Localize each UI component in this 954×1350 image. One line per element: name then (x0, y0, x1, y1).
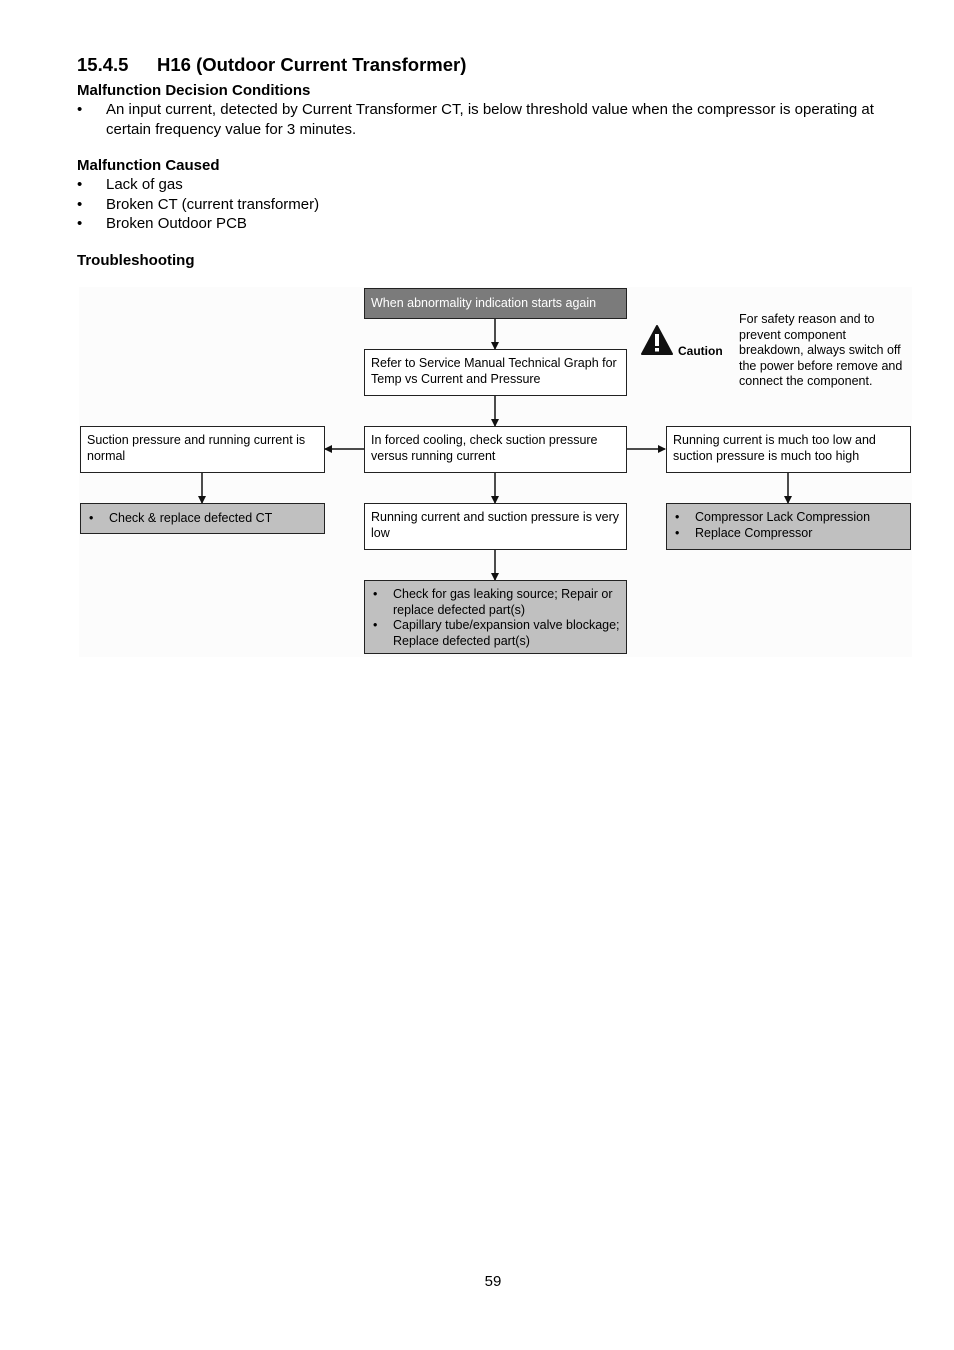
bullet-icon: • (77, 101, 83, 118)
bullet-icon: • (373, 587, 378, 601)
list-item: • Check & replace defected CT (89, 511, 273, 525)
list-item: • Broken Outdoor PCB (77, 215, 247, 232)
troubleshooting-flowchart: When abnormality indication starts again… (79, 287, 912, 657)
flow-node-very-low: Running current and suction pressure is … (364, 503, 627, 550)
bullet-icon: • (675, 525, 680, 540)
list-item: • Check for gas leaking source; Repair o… (373, 587, 613, 617)
list-item: • Capillary tube/expansion valve blockag… (373, 618, 620, 648)
malfunction-caused-list: • Lack of gas • Broken CT (current trans… (77, 175, 886, 234)
bullet-icon: • (77, 215, 83, 232)
malfunction-caused-heading: Malfunction Caused (77, 157, 220, 174)
list-item: • Compressor Lack Compression (675, 510, 871, 524)
bullet-icon: • (373, 618, 378, 632)
flow-node-high-action: • Compressor Lack Compression • Replace … (666, 503, 911, 550)
section-number: 15.4.5 (77, 54, 129, 75)
section-heading: 15.4.5 H16 (Outdoor Current Transformer) (77, 54, 466, 76)
bullet-icon: • (77, 195, 83, 213)
warning-triangle-icon (641, 325, 673, 360)
bullet-icon: • (675, 510, 680, 524)
flow-node-high: Running current is much too low and suct… (666, 426, 911, 473)
decision-conditions-list: • An input current, detected by Current … (77, 100, 886, 139)
flow-node-refer: Refer to Service Manual Technical Graph … (364, 349, 627, 396)
decision-conditions-heading: Malfunction Decision Conditions (77, 82, 311, 99)
list-item: • Broken CT (current transformer) (77, 195, 320, 213)
troubleshooting-heading: Troubleshooting (77, 252, 195, 269)
list-item: • An input current, detected by Current … (77, 101, 874, 138)
bullet-icon: • (89, 511, 94, 525)
list-item: • Replace Compressor (675, 525, 813, 540)
section-title: H16 (Outdoor Current Transformer) (157, 54, 467, 75)
list-item: • Lack of gas (77, 176, 183, 193)
bullet-icon: • (77, 176, 83, 193)
flow-node-check: In forced cooling, check suction pressur… (364, 426, 627, 473)
flow-node-normal: Suction pressure and running current is … (80, 426, 325, 473)
caution-text: For safety reason and to prevent compone… (739, 312, 903, 388)
flow-node-normal-action: • Check & replace defected CT (80, 503, 325, 534)
flow-node-start: When abnormality indication starts again (364, 288, 627, 319)
page-number: 59 (484, 1273, 502, 1290)
flow-node-very-low-action: • Check for gas leaking source; Repair o… (364, 580, 627, 654)
caution-label: Caution (678, 344, 723, 358)
